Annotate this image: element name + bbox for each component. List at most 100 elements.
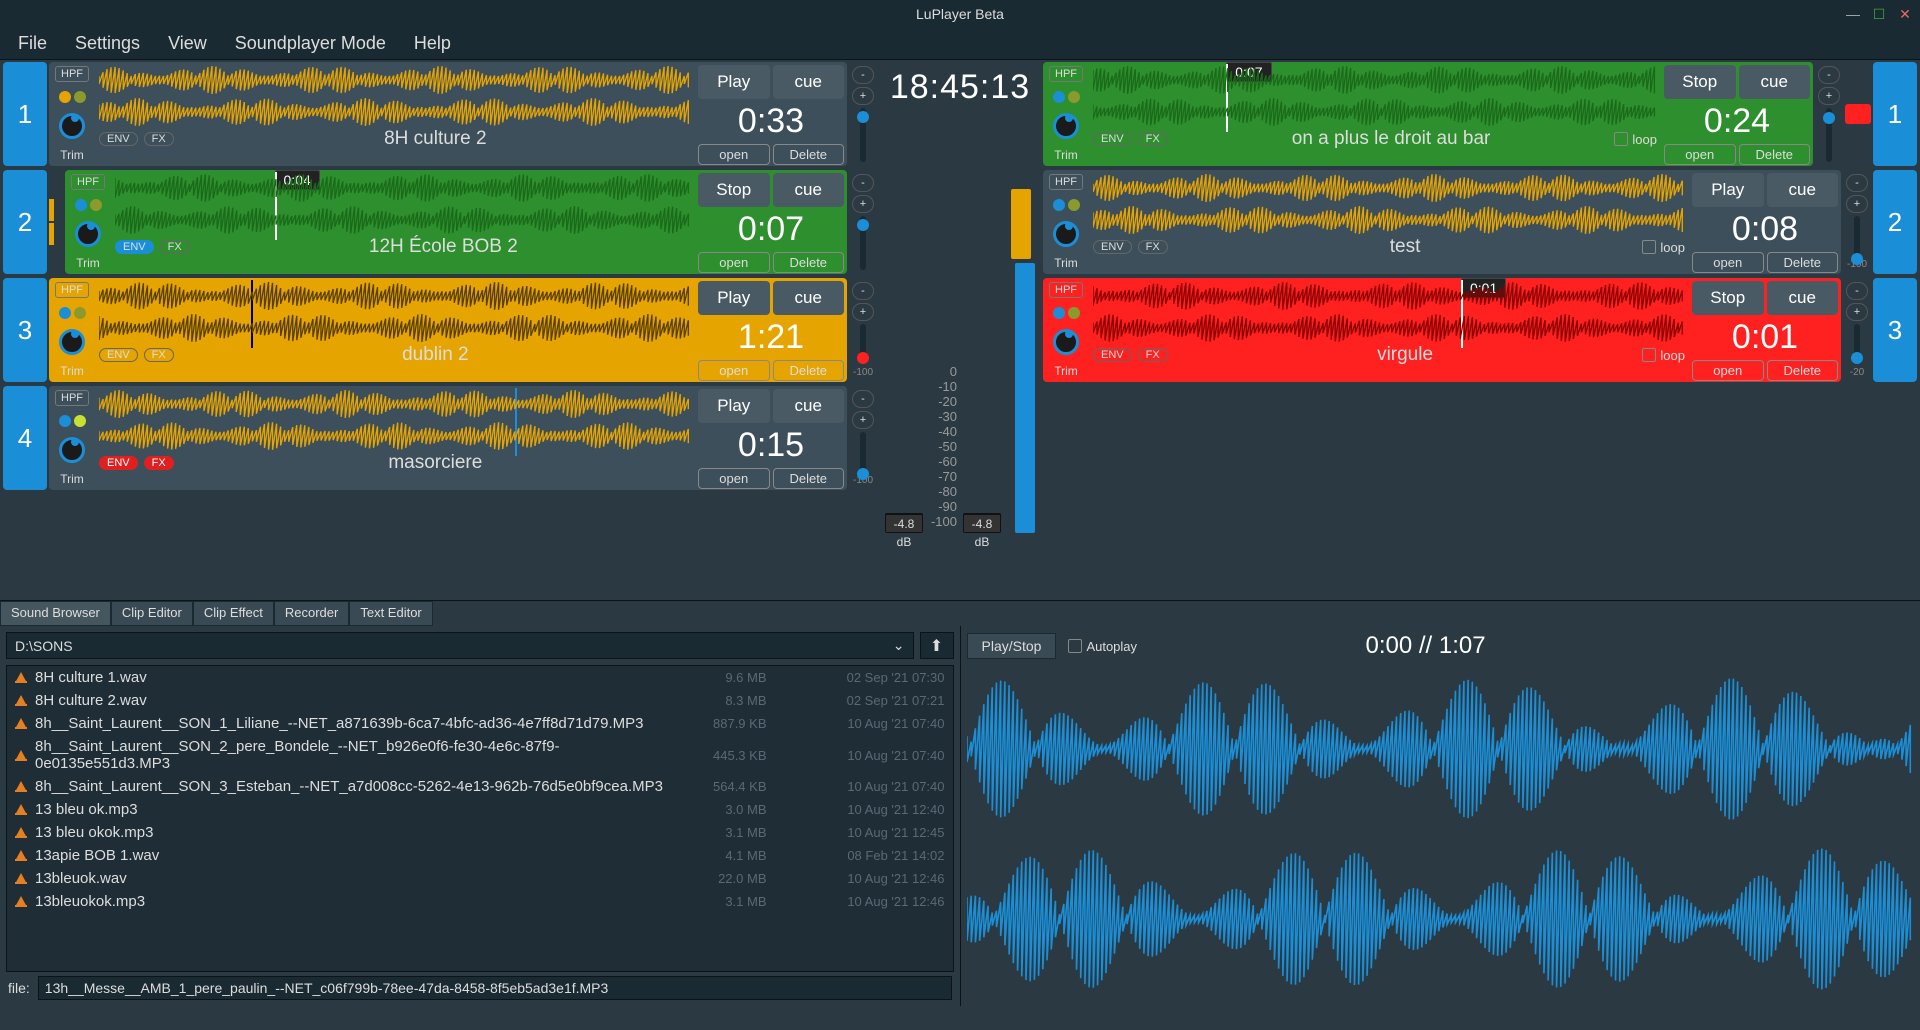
waveform-ch1[interactable] — [1093, 174, 1685, 202]
volume-down[interactable]: + — [852, 411, 874, 429]
volume-slider[interactable] — [1826, 108, 1832, 162]
stop-button[interactable]: Stop — [1692, 281, 1764, 315]
waveform-ch2[interactable] — [99, 314, 691, 342]
env-button[interactable]: ENV — [115, 240, 154, 254]
play-button[interactable]: Play — [1692, 173, 1764, 207]
trim-knob[interactable] — [59, 113, 85, 139]
fx-button[interactable]: FX — [144, 132, 174, 146]
file-row[interactable]: 8h__Saint_Laurent__SON_2_pere_Bondele_--… — [7, 735, 953, 775]
volume-slider[interactable] — [860, 216, 866, 270]
volume-down[interactable]: + — [852, 87, 874, 105]
volume-slider[interactable] — [860, 432, 866, 472]
stop-button[interactable]: Stop — [698, 173, 770, 207]
fx-button[interactable]: FX — [144, 456, 174, 470]
autoplay-checkbox[interactable]: Autoplay — [1068, 639, 1137, 654]
volume-up[interactable]: - — [852, 282, 874, 300]
open-button[interactable]: open — [1692, 252, 1764, 273]
stop-button[interactable]: Stop — [1664, 65, 1736, 99]
fx-button[interactable]: FX — [160, 240, 190, 254]
waveform-ch2[interactable] — [1093, 206, 1685, 234]
menu-view[interactable]: View — [168, 33, 207, 54]
volume-slider[interactable] — [860, 108, 866, 162]
volume-up[interactable]: - — [1818, 66, 1840, 84]
play-button[interactable]: Play — [698, 389, 770, 423]
preview-waveform[interactable] — [967, 668, 1915, 1000]
waveform-ch1[interactable] — [1093, 282, 1685, 310]
open-button[interactable]: open — [1692, 360, 1764, 381]
waveform-ch1[interactable] — [115, 174, 691, 202]
waveform-ch2[interactable] — [1093, 98, 1657, 126]
slot-number-3[interactable]: 3 — [3, 278, 47, 382]
close-icon[interactable]: ✕ — [1896, 7, 1914, 21]
volume-slider[interactable] — [1854, 216, 1860, 256]
env-button[interactable]: ENV — [1093, 348, 1132, 362]
trim-knob[interactable] — [1053, 221, 1079, 247]
menu-file[interactable]: File — [18, 33, 47, 54]
slot-number-1[interactable]: 1 — [3, 62, 47, 166]
open-button[interactable]: open — [698, 144, 770, 165]
file-row[interactable]: 13 bleu okok.mp33.1 MB10 Aug '21 12:45 — [7, 821, 953, 844]
open-button[interactable]: open — [1664, 144, 1736, 165]
file-row[interactable]: 13bleuok.wav22.0 MB10 Aug '21 12:46 — [7, 867, 953, 890]
env-button[interactable]: ENV — [99, 348, 138, 362]
slot-number-4[interactable]: 4 — [3, 386, 47, 490]
slot-number-2[interactable]: 2 — [1873, 170, 1917, 274]
path-input[interactable]: D:\SONS ⌄ — [6, 632, 914, 659]
tab-sound-browser[interactable]: Sound Browser — [0, 601, 111, 626]
volume-slider[interactable] — [860, 324, 866, 364]
volume-down[interactable]: + — [852, 303, 874, 321]
slot-number-3[interactable]: 3 — [1873, 278, 1917, 382]
delete-button[interactable]: Delete — [773, 252, 845, 273]
file-input[interactable] — [38, 976, 952, 1000]
cue-button[interactable]: cue — [1739, 65, 1811, 99]
fx-button[interactable]: FX — [1138, 348, 1168, 362]
volume-up[interactable]: - — [852, 390, 874, 408]
volume-down[interactable]: + — [1818, 87, 1840, 105]
hpf-button[interactable]: HPF — [55, 390, 89, 406]
file-row[interactable]: 8H culture 2.wav8.3 MB02 Sep '21 07:21 — [7, 689, 953, 712]
cue-button[interactable]: cue — [773, 65, 845, 99]
chevron-down-icon[interactable]: ⌄ — [893, 637, 905, 654]
waveform-ch1[interactable] — [99, 390, 691, 418]
waveform-ch1[interactable] — [1093, 66, 1657, 94]
play-button[interactable]: Play — [698, 281, 770, 315]
menu-soundplayer-mode[interactable]: Soundplayer Mode — [235, 33, 386, 54]
loop-checkbox[interactable]: loop — [1642, 348, 1685, 363]
play-button[interactable]: Play — [698, 65, 770, 99]
delete-button[interactable]: Delete — [773, 468, 845, 489]
waveform-ch1[interactable] — [99, 282, 691, 310]
waveform-ch2[interactable] — [115, 206, 691, 234]
fx-button[interactable]: FX — [1138, 132, 1168, 146]
volume-up[interactable]: - — [852, 66, 874, 84]
cue-button[interactable]: cue — [773, 389, 845, 423]
hpf-button[interactable]: HPF — [1049, 174, 1083, 190]
hpf-button[interactable]: HPF — [55, 66, 89, 82]
hpf-button[interactable]: HPF — [55, 282, 89, 298]
trim-knob[interactable] — [1053, 113, 1079, 139]
hpf-button[interactable]: HPF — [1049, 282, 1083, 298]
menu-help[interactable]: Help — [414, 33, 451, 54]
hpf-button[interactable]: HPF — [1049, 66, 1083, 82]
volume-slider[interactable] — [1854, 324, 1860, 364]
file-row[interactable]: 8H culture 1.wav9.6 MB02 Sep '21 07:30 — [7, 666, 953, 689]
slot-number-2[interactable]: 2 — [3, 170, 47, 274]
volume-down[interactable]: + — [1846, 303, 1868, 321]
delete-button[interactable]: Delete — [1739, 144, 1811, 165]
env-button[interactable]: ENV — [99, 456, 138, 470]
tab-clip-editor[interactable]: Clip Editor — [111, 601, 193, 626]
cue-button[interactable]: cue — [1767, 281, 1839, 315]
file-row[interactable]: 8h__Saint_Laurent__SON_1_Liliane_--NET_a… — [7, 712, 953, 735]
volume-up[interactable]: - — [852, 174, 874, 192]
hpf-button[interactable]: HPF — [71, 174, 105, 190]
tab-clip-effect[interactable]: Clip Effect — [193, 601, 274, 626]
env-button[interactable]: ENV — [99, 132, 138, 146]
file-list[interactable]: 8H culture 1.wav9.6 MB02 Sep '21 07:308H… — [6, 665, 954, 972]
trim-knob[interactable] — [75, 221, 101, 247]
delete-button[interactable]: Delete — [1767, 252, 1839, 273]
waveform-ch2[interactable] — [1093, 314, 1685, 342]
file-row[interactable]: 13 bleu ok.mp33.0 MB10 Aug '21 12:40 — [7, 798, 953, 821]
volume-up[interactable]: - — [1846, 174, 1868, 192]
volume-down[interactable]: + — [852, 195, 874, 213]
waveform-ch2[interactable] — [99, 422, 691, 450]
play-stop-button[interactable]: Play/Stop — [967, 633, 1057, 659]
